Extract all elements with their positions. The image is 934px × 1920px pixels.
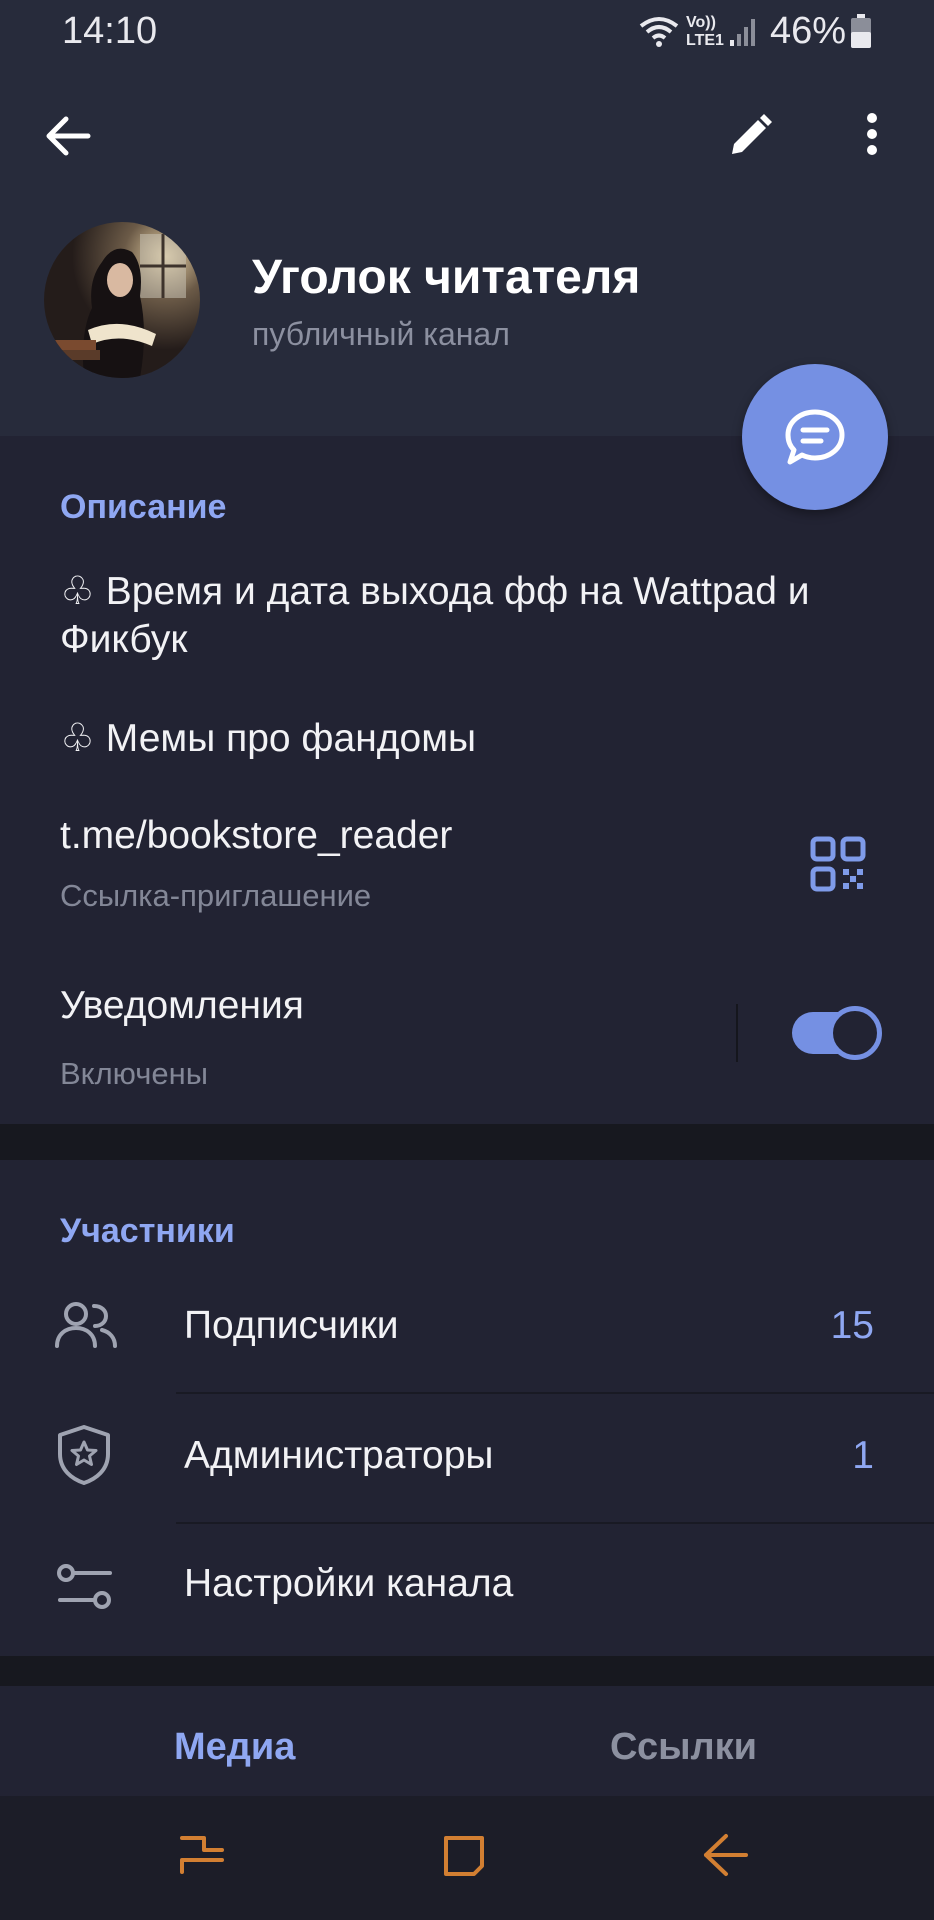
qr-code-icon xyxy=(810,836,866,892)
description-line-1: ♧ Время и дата выхода фф на Wattpad и Фи… xyxy=(60,570,810,661)
wifi-icon xyxy=(638,14,680,48)
channel-settings-row[interactable]: Настройки канала xyxy=(0,1524,934,1650)
subscribers-row[interactable]: Подписчики 15 xyxy=(0,1266,934,1392)
discussion-button[interactable] xyxy=(742,364,888,510)
battery-percent: 46% xyxy=(770,10,847,52)
home-button[interactable] xyxy=(440,1832,488,1880)
recents-button[interactable] xyxy=(176,1830,228,1880)
pencil-icon xyxy=(732,114,772,154)
battery-icon xyxy=(850,14,872,48)
nav-back-icon xyxy=(704,1834,748,1876)
channel-type: публичный канал xyxy=(252,316,510,352)
status-time: 14:10 xyxy=(62,10,158,52)
tab-links[interactable]: Ссылки xyxy=(610,1726,757,1769)
home-icon xyxy=(444,1836,484,1876)
description-line-2: ♧ Мемы про фандомы xyxy=(60,717,477,760)
users-icon xyxy=(54,1300,118,1352)
tab-media[interactable]: Медиа xyxy=(174,1726,295,1769)
channel-avatar[interactable] xyxy=(44,222,200,378)
invite-link-caption: Ссылка-приглашение xyxy=(60,878,372,913)
notifications-status: Включены xyxy=(60,1056,209,1091)
avatar-image xyxy=(44,222,200,378)
network-label: Vo)) LTE1 xyxy=(686,14,724,49)
administrators-label: Администраторы xyxy=(184,1434,494,1477)
channel-settings-label: Настройки канала xyxy=(184,1562,514,1605)
notifications-label: Уведомления xyxy=(60,984,304,1027)
status-bar: 14:10 Vo)) LTE1 46% xyxy=(0,0,934,70)
more-vertical-icon xyxy=(867,113,877,155)
arrow-left-icon xyxy=(46,116,91,156)
recents-icon xyxy=(180,1836,224,1874)
qr-code-button[interactable] xyxy=(810,836,866,892)
administrators-count: 1 xyxy=(852,1434,874,1477)
toggle-knob[interactable] xyxy=(828,1006,882,1060)
administrators-row[interactable]: Администраторы 1 xyxy=(0,1394,934,1522)
media-tabs xyxy=(0,1686,934,1796)
invite-link[interactable]: t.me/bookstore_reader xyxy=(60,812,452,860)
edit-button[interactable] xyxy=(722,108,778,164)
section-gap xyxy=(0,1124,934,1160)
more-options-button[interactable] xyxy=(856,108,888,164)
section-gap xyxy=(0,1656,934,1686)
nav-back-button[interactable] xyxy=(700,1830,752,1880)
subscribers-count: 15 xyxy=(830,1304,874,1347)
vertical-divider xyxy=(736,1004,738,1062)
sliders-icon xyxy=(56,1562,114,1612)
chat-bubble-icon xyxy=(785,409,845,465)
back-button[interactable] xyxy=(40,108,96,164)
subscribers-label: Подписчики xyxy=(184,1304,399,1347)
channel-title: Уголок читателя xyxy=(252,251,641,304)
members-label: Участники xyxy=(60,1212,235,1250)
invite-link-row[interactable]: t.me/bookstore_reader Ссылка-приглашение xyxy=(0,800,934,920)
description-label: Описание xyxy=(60,488,227,526)
signal-icon xyxy=(728,16,760,46)
shield-star-icon xyxy=(56,1424,112,1486)
